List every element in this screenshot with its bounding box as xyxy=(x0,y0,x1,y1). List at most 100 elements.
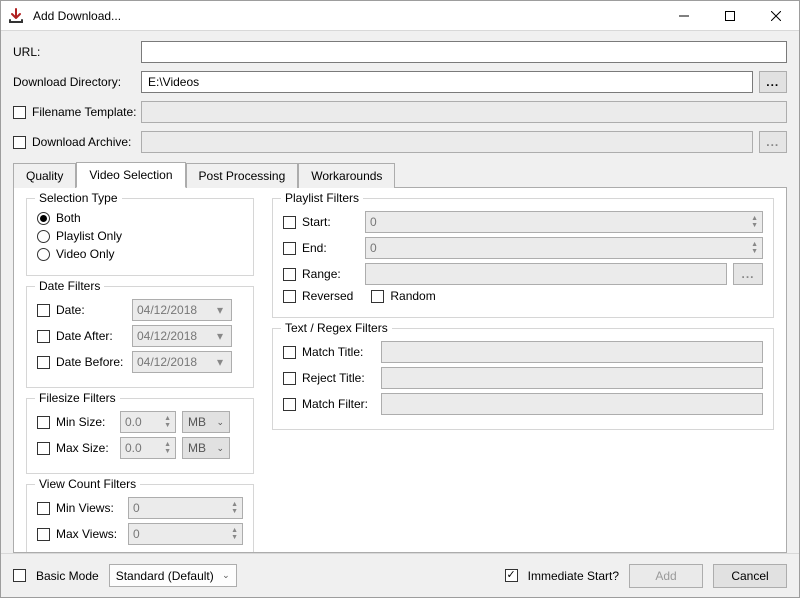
viewcount-filters-group: View Count Filters Min Views: 0▲▼ Max Vi… xyxy=(26,484,254,553)
max-size-checkbox[interactable] xyxy=(37,442,50,455)
download-directory-input[interactable] xyxy=(141,71,753,93)
basic-mode-label: Basic Mode xyxy=(36,569,99,583)
download-directory-label: Download Directory: xyxy=(13,75,141,89)
reject-title-input xyxy=(381,367,763,389)
min-size-label: Min Size: xyxy=(56,415,114,429)
filename-template-input xyxy=(141,101,787,123)
top-form: URL: Download Directory: ... Filename Te… xyxy=(1,31,799,161)
min-views-input: 0▲▼ xyxy=(128,497,243,519)
match-title-input xyxy=(381,341,763,363)
tab-video-selection[interactable]: Video Selection xyxy=(76,162,185,188)
playlist-start-label: Start: xyxy=(302,215,331,229)
date-before-input: 04/12/2018▾ xyxy=(132,351,232,373)
min-size-checkbox[interactable] xyxy=(37,416,50,429)
max-size-label: Max Size: xyxy=(56,441,114,455)
playlist-end-checkbox[interactable] xyxy=(283,242,296,255)
cancel-button[interactable]: Cancel xyxy=(713,564,787,588)
spinner-icon: ▲▼ xyxy=(164,415,171,429)
url-label: URL: xyxy=(13,45,141,59)
playlist-start-input: 0▲▼ xyxy=(365,211,763,233)
filename-template-checkbox[interactable] xyxy=(13,106,26,119)
download-archive-input xyxy=(141,131,753,153)
radio-both[interactable] xyxy=(37,212,50,225)
max-views-checkbox[interactable] xyxy=(37,528,50,541)
min-views-checkbox[interactable] xyxy=(37,502,50,515)
selection-type-group: Selection Type Both Playlist Only Video … xyxy=(26,198,254,276)
date-filters-group: Date Filters Date: 04/12/2018▾ Date Afte… xyxy=(26,286,254,388)
spinner-icon: ▲▼ xyxy=(751,215,758,229)
tab-strip: Quality Video Selection Post Processing … xyxy=(1,161,799,187)
max-size-input: 0.0▲▼ xyxy=(120,437,176,459)
download-archive-label: Download Archive: xyxy=(32,135,131,149)
browse-archive-button[interactable]: ... xyxy=(759,131,787,153)
app-icon xyxy=(1,8,31,24)
date-after-checkbox[interactable] xyxy=(37,330,50,343)
playlist-range-label: Range: xyxy=(302,267,341,281)
reversed-label: Reversed xyxy=(302,289,353,303)
close-button[interactable] xyxy=(753,1,799,31)
playlist-filters-group: Playlist Filters Start: 0▲▼ End: 0▲▼ Ran… xyxy=(272,198,774,318)
browse-directory-button[interactable]: ... xyxy=(759,71,787,93)
random-checkbox[interactable] xyxy=(371,290,384,303)
tab-workarounds[interactable]: Workarounds xyxy=(298,163,395,188)
min-size-unit: MB⌄ xyxy=(182,411,230,433)
playlist-start-checkbox[interactable] xyxy=(283,216,296,229)
reject-title-label: Reject Title: xyxy=(302,371,365,385)
download-archive-checkbox[interactable] xyxy=(13,136,26,149)
min-size-input: 0.0▲▼ xyxy=(120,411,176,433)
playlist-range-browse-button[interactable]: ... xyxy=(733,263,763,285)
immediate-start-checkbox[interactable] xyxy=(505,569,518,582)
chevron-down-icon: ⌄ xyxy=(222,570,230,581)
add-download-dialog: Add Download... URL: Download Directory:… xyxy=(0,0,800,598)
minimize-button[interactable] xyxy=(661,1,707,31)
date-label: Date: xyxy=(56,303,126,317)
playlist-range-input xyxy=(365,263,727,285)
date-before-checkbox[interactable] xyxy=(37,356,50,369)
radio-both-label: Both xyxy=(56,211,81,225)
playlist-end-label: End: xyxy=(302,241,327,255)
max-views-label: Max Views: xyxy=(56,527,122,541)
filesize-filters-legend: Filesize Filters xyxy=(35,391,120,405)
reject-title-checkbox[interactable] xyxy=(283,372,296,385)
selection-type-legend: Selection Type xyxy=(35,191,122,205)
immediate-start-label: Immediate Start? xyxy=(528,569,619,583)
chevron-down-icon: ⌄ xyxy=(216,417,224,428)
min-views-label: Min Views: xyxy=(56,501,122,515)
reversed-checkbox[interactable] xyxy=(283,290,296,303)
spinner-icon: ▲▼ xyxy=(231,527,238,541)
match-filter-label: Match Filter: xyxy=(302,397,368,411)
radio-playlist-only[interactable] xyxy=(37,230,50,243)
date-after-label: Date After: xyxy=(56,329,126,343)
maximize-button[interactable] xyxy=(707,1,753,31)
preset-select[interactable]: Standard (Default) ⌄ xyxy=(109,564,237,587)
spinner-icon: ▲▼ xyxy=(751,241,758,255)
chevron-down-icon: ⌄ xyxy=(216,443,224,454)
viewcount-filters-legend: View Count Filters xyxy=(35,477,140,491)
random-label: Random xyxy=(390,289,435,303)
filesize-filters-group: Filesize Filters Min Size: 0.0▲▼ MB⌄ Max… xyxy=(26,398,254,474)
window-title: Add Download... xyxy=(31,9,661,23)
tab-quality[interactable]: Quality xyxy=(13,163,76,188)
match-title-checkbox[interactable] xyxy=(283,346,296,359)
add-button[interactable]: Add xyxy=(629,564,703,588)
playlist-range-checkbox[interactable] xyxy=(283,268,296,281)
match-filter-input xyxy=(381,393,763,415)
date-before-label: Date Before: xyxy=(56,355,126,369)
url-input[interactable] xyxy=(141,41,787,63)
basic-mode-checkbox[interactable] xyxy=(13,569,26,582)
date-input: 04/12/2018▾ xyxy=(132,299,232,321)
spinner-icon: ▲▼ xyxy=(164,441,171,455)
radio-video-only[interactable] xyxy=(37,248,50,261)
date-after-input: 04/12/2018▾ xyxy=(132,325,232,347)
radio-playlist-only-label: Playlist Only xyxy=(56,229,122,243)
preset-selected-label: Standard (Default) xyxy=(116,569,214,583)
date-filters-legend: Date Filters xyxy=(35,279,104,293)
playlist-filters-legend: Playlist Filters xyxy=(281,191,363,205)
date-checkbox[interactable] xyxy=(37,304,50,317)
match-filter-checkbox[interactable] xyxy=(283,398,296,411)
tab-post-processing[interactable]: Post Processing xyxy=(186,163,299,188)
calendar-icon: ▾ xyxy=(213,303,227,317)
radio-video-only-label: Video Only xyxy=(56,247,114,261)
calendar-icon: ▾ xyxy=(213,329,227,343)
text-filters-legend: Text / Regex Filters xyxy=(281,321,392,335)
